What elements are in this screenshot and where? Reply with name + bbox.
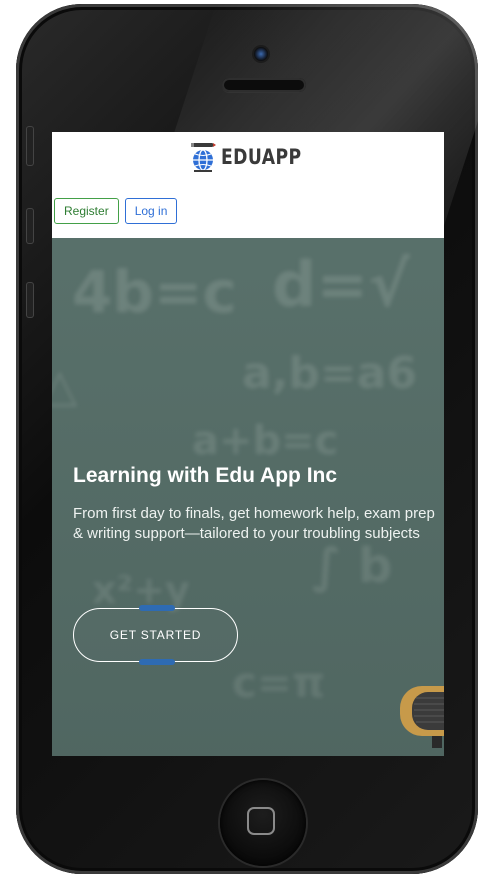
- hero-title: Learning with Edu App Inc: [73, 464, 338, 487]
- app-screen: EDUAPP Register Log in 4b=c d=√ a,b=a6 a…: [52, 132, 444, 756]
- logo-text: EDUAPP: [221, 145, 302, 169]
- hero-overlay: [52, 238, 444, 756]
- front-camera: [254, 47, 268, 61]
- app-logo[interactable]: EDUAPP: [189, 142, 319, 172]
- register-button[interactable]: Register: [54, 198, 119, 224]
- volume-up-button: [26, 208, 34, 244]
- hero-subtitle: From first day to finals, get homework h…: [73, 505, 435, 542]
- hero-section: 4b=c d=√ a,b=a6 a+b=c △ x²+y ∫ b c=π Lea…: [52, 238, 444, 756]
- microphone-image: [400, 686, 444, 748]
- globe-pencil-icon: [191, 143, 216, 172]
- get-started-label: GET STARTED: [109, 628, 202, 642]
- home-button-icon: [247, 807, 275, 835]
- cta-accent-top: [139, 605, 175, 611]
- get-started-button[interactable]: GET STARTED: [73, 605, 238, 665]
- auth-buttons: Register Log in: [54, 198, 178, 224]
- volume-down-button: [26, 282, 34, 318]
- app-header: EDUAPP Register Log in: [52, 132, 444, 238]
- cta-accent-bottom: [139, 659, 175, 665]
- home-button[interactable]: [220, 780, 306, 866]
- login-button[interactable]: Log in: [124, 198, 178, 224]
- earpiece-speaker: [222, 78, 306, 92]
- mute-switch: [26, 126, 34, 166]
